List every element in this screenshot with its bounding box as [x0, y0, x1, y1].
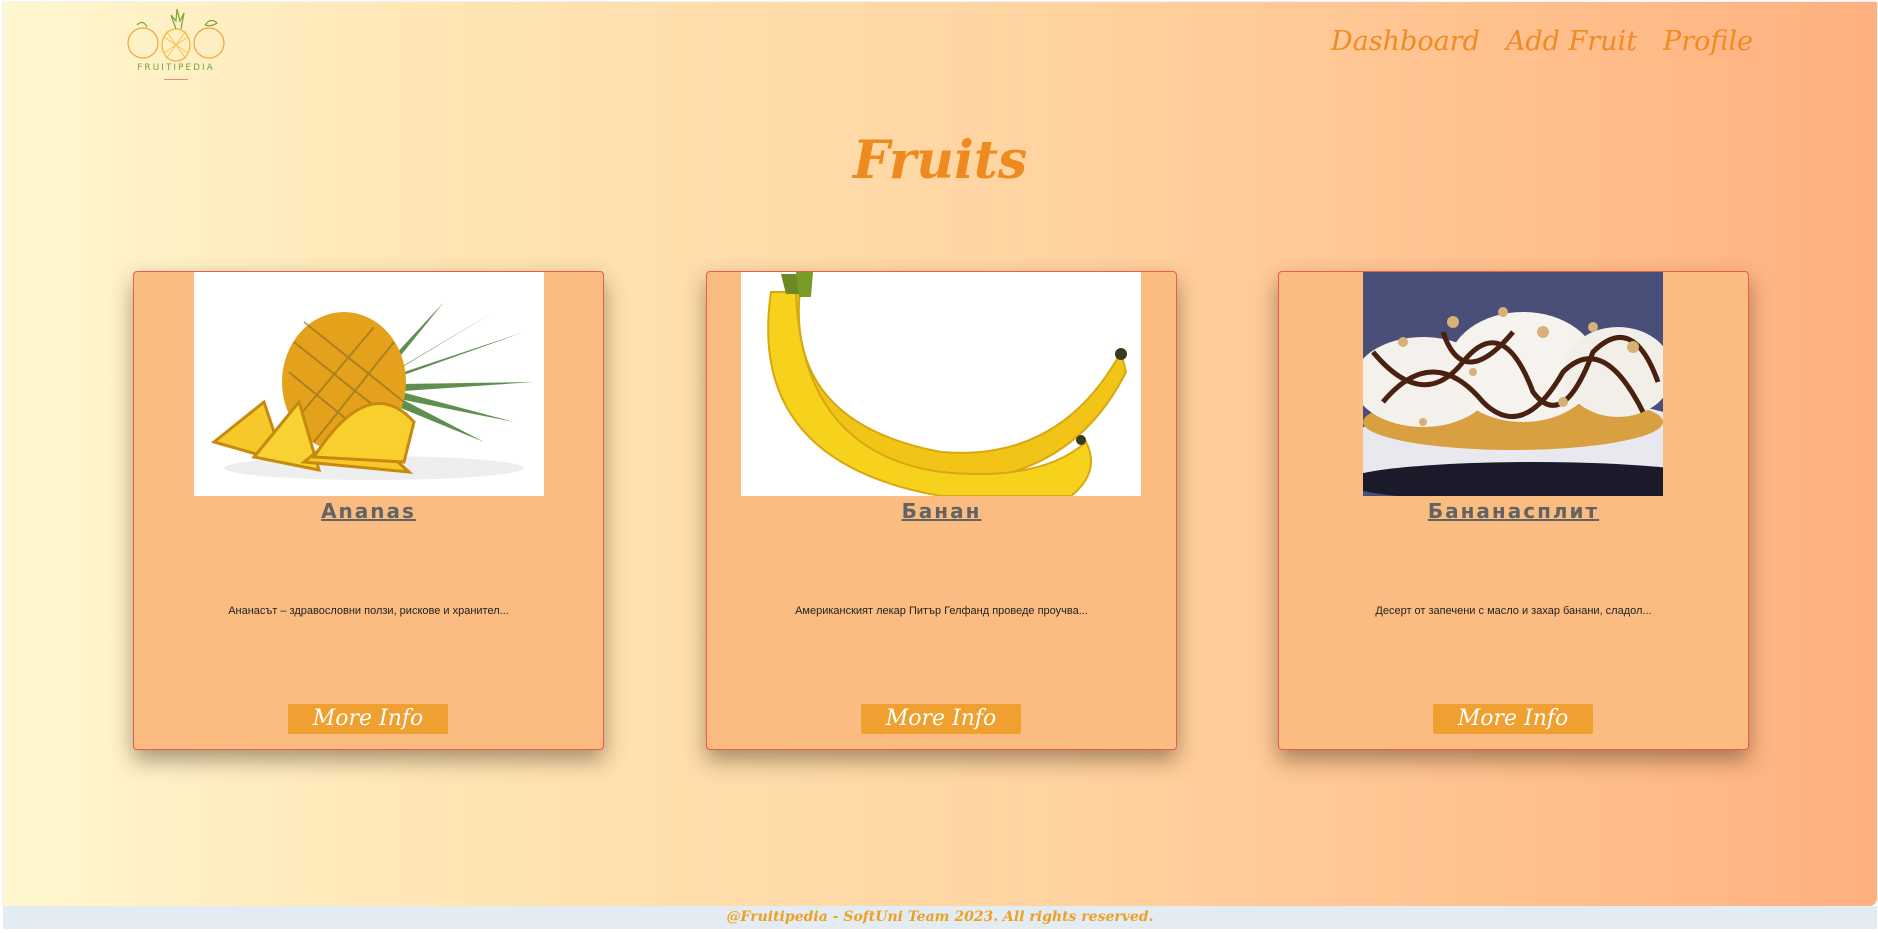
- fruit-card: Банан Американският лекар Питър Гелфанд …: [706, 271, 1177, 750]
- fruit-name-link[interactable]: Бананасплит: [1279, 499, 1748, 523]
- fruit-name-link[interactable]: Банан: [707, 499, 1176, 523]
- nav-dashboard[interactable]: Dashboard: [1331, 26, 1480, 57]
- fruit-description: Десерт от запечени с масло и захар банан…: [1375, 605, 1652, 617]
- fruit-card: Бананасплит Десерт от запечени с масло и…: [1278, 271, 1749, 750]
- fruit-description: Ананасът – здравословни ползи, рискове и…: [228, 605, 509, 617]
- page-title: Fruits: [852, 130, 1028, 191]
- more-info-button[interactable]: More Info: [861, 704, 1021, 734]
- bananas-image: [741, 272, 1141, 496]
- more-info-button[interactable]: More Info: [1433, 704, 1593, 734]
- fruit-name-link[interactable]: Ananas: [134, 499, 603, 523]
- fruit-card: Ananas Ананасът – здравословни ползи, ри…: [133, 271, 604, 750]
- page: FRUITIPEDIA Dashboard Add Fruit Profile …: [3, 2, 1877, 929]
- more-info-button[interactable]: More Info: [288, 704, 448, 734]
- banana-split-image: [1363, 272, 1663, 496]
- fruit-trio-logo-icon: [127, 8, 225, 62]
- logo-underline: [164, 79, 188, 80]
- top-nav: Dashboard Add Fruit Profile: [1331, 26, 1753, 57]
- fruit-description: Американският лекар Питър Гелфанд провед…: [795, 605, 1088, 617]
- nav-add-fruit[interactable]: Add Fruit: [1506, 26, 1637, 57]
- footer: @Fruitipedia - SoftUni Team 2023. All ri…: [3, 906, 1877, 929]
- logo-text: FRUITIPEDIA: [137, 63, 215, 73]
- pineapple-image: [194, 272, 544, 496]
- logo[interactable]: FRUITIPEDIA: [121, 7, 231, 83]
- nav-profile[interactable]: Profile: [1663, 26, 1753, 57]
